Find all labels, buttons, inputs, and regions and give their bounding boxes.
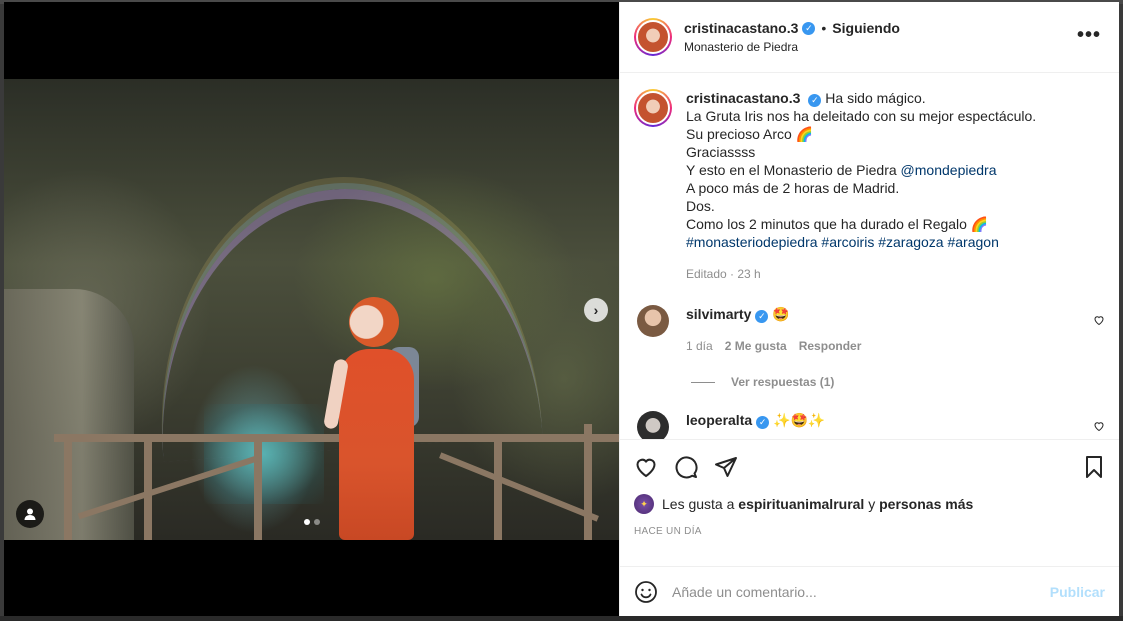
likes-summary: ✦ Les gusta a espirituanimalrural y pers… xyxy=(634,494,1105,514)
chevron-right-icon: › xyxy=(593,302,599,318)
mention-link[interactable]: @mondepiedra xyxy=(901,162,997,178)
person-head xyxy=(349,297,399,347)
media-viewer: › xyxy=(4,2,619,616)
heart-icon xyxy=(636,458,656,478)
liker-username[interactable]: espirituanimalrural xyxy=(738,496,864,512)
more-options-icon[interactable]: ••• xyxy=(1077,24,1101,47)
caption-avatar[interactable] xyxy=(634,89,672,127)
comment-time[interactable]: 1 día xyxy=(686,337,713,355)
post-caption: cristinacastano.3 ✓ Ha sido mágico. La Gr… xyxy=(634,89,1105,283)
caption-line: Graciassss xyxy=(686,144,756,160)
comment-text: 🤩 xyxy=(772,306,790,322)
commenter-username[interactable]: leoperalta xyxy=(686,412,752,428)
others-likes-link[interactable]: personas más xyxy=(879,496,973,512)
verified-icon: ✓ xyxy=(755,309,769,323)
likes-joiner: y xyxy=(868,496,876,512)
caption-line: Dos. xyxy=(686,198,715,214)
post-modal: › cristinacastano.3 ✓ • Siguiendo Monast… xyxy=(4,2,1119,616)
verified-icon: ✓ xyxy=(756,415,770,429)
wooden-railing xyxy=(54,424,619,540)
commenter-avatar[interactable] xyxy=(637,305,669,337)
next-slide-button[interactable]: › xyxy=(584,298,608,322)
post-timestamp[interactable]: HACE UN DÍA xyxy=(634,526,1105,537)
caption-line: A poco más de 2 horas de Madrid. xyxy=(686,180,900,196)
user-icon xyxy=(24,508,36,520)
view-replies-label: Ver respuestas (1) xyxy=(731,375,835,389)
carousel-dot xyxy=(314,519,320,525)
emoji-icon xyxy=(635,580,657,603)
heart-icon xyxy=(1094,316,1104,326)
carousel-dot xyxy=(304,519,310,525)
like-button[interactable] xyxy=(634,455,658,479)
send-icon xyxy=(715,457,737,477)
author-avatar[interactable] xyxy=(634,18,672,56)
post-header: cristinacastano.3 ✓ • Siguiendo Monaster… xyxy=(620,2,1119,73)
reply-button[interactable]: Responder xyxy=(799,337,862,355)
post-location[interactable]: Monasterio de Piedra xyxy=(684,40,900,54)
caption-edited-time: Editado · 23 h xyxy=(686,267,761,281)
view-replies-button[interactable]: Ver respuestas (1) xyxy=(691,375,1105,389)
comment-composer: Publicar xyxy=(620,566,1119,616)
following-button[interactable]: Siguiendo xyxy=(832,20,900,36)
comment-likes[interactable]: 2 Me gusta xyxy=(725,337,787,355)
caption-line: Su precioso Arco 🌈 xyxy=(686,126,814,142)
post-panel: cristinacastano.3 ✓ • Siguiendo Monaster… xyxy=(619,2,1119,616)
comment-item: silvimarty ✓ 🤩 1 día 2 Me gusta Responder xyxy=(634,305,1105,355)
comments-section: cristinacastano.3 ✓ Ha sido mágico. La Gr… xyxy=(620,73,1119,439)
post-photo xyxy=(4,79,619,540)
author-username[interactable]: cristinacastano.3 xyxy=(684,20,798,36)
share-button[interactable] xyxy=(714,455,738,479)
caption-line: La Gruta Iris nos ha deleitado con su me… xyxy=(686,108,1037,124)
caption-line: Como los 2 minutos que ha durado el Rega… xyxy=(686,216,989,232)
separator: • xyxy=(821,20,827,36)
liker-avatar[interactable]: ✦ xyxy=(634,494,654,514)
verified-icon: ✓ xyxy=(802,21,816,35)
likes-prefix: Les gusta a xyxy=(662,496,735,512)
comment-item: leoperalta ✓ ✨🤩✨ xyxy=(634,411,1105,439)
commenter-avatar[interactable] xyxy=(637,411,669,439)
post-actions: ✦ Les gusta a espirituanimalrural y pers… xyxy=(620,439,1119,566)
publish-button[interactable]: Publicar xyxy=(1050,584,1105,600)
caption-username[interactable]: cristinacastano.3 xyxy=(686,90,800,106)
hashtags-link[interactable]: #monasteriodepiedra #arcoiris #zaragoza … xyxy=(686,233,1076,251)
commenter-username[interactable]: silvimarty xyxy=(686,306,751,322)
emoji-button[interactable] xyxy=(634,580,658,604)
comment-like-button[interactable] xyxy=(1093,313,1105,331)
carousel-indicator xyxy=(304,519,320,525)
backdrop-bottom xyxy=(0,616,1123,621)
save-button[interactable] xyxy=(1083,455,1105,479)
tagged-users-button[interactable] xyxy=(16,500,44,528)
person-dress xyxy=(339,349,414,540)
caption-line: Y esto en el Monasterio de Piedra xyxy=(686,162,897,178)
comment-button[interactable] xyxy=(674,455,698,479)
caption-line: Ha sido mágico. xyxy=(825,90,926,106)
bookmark-icon xyxy=(1086,456,1102,478)
comment-like-button[interactable] xyxy=(1093,419,1105,437)
heart-icon xyxy=(1094,422,1104,432)
comment-icon xyxy=(675,456,698,479)
comment-text: ✨🤩✨ xyxy=(773,412,826,428)
verified-icon: ✓ xyxy=(808,93,822,107)
comment-input[interactable] xyxy=(672,583,1050,600)
